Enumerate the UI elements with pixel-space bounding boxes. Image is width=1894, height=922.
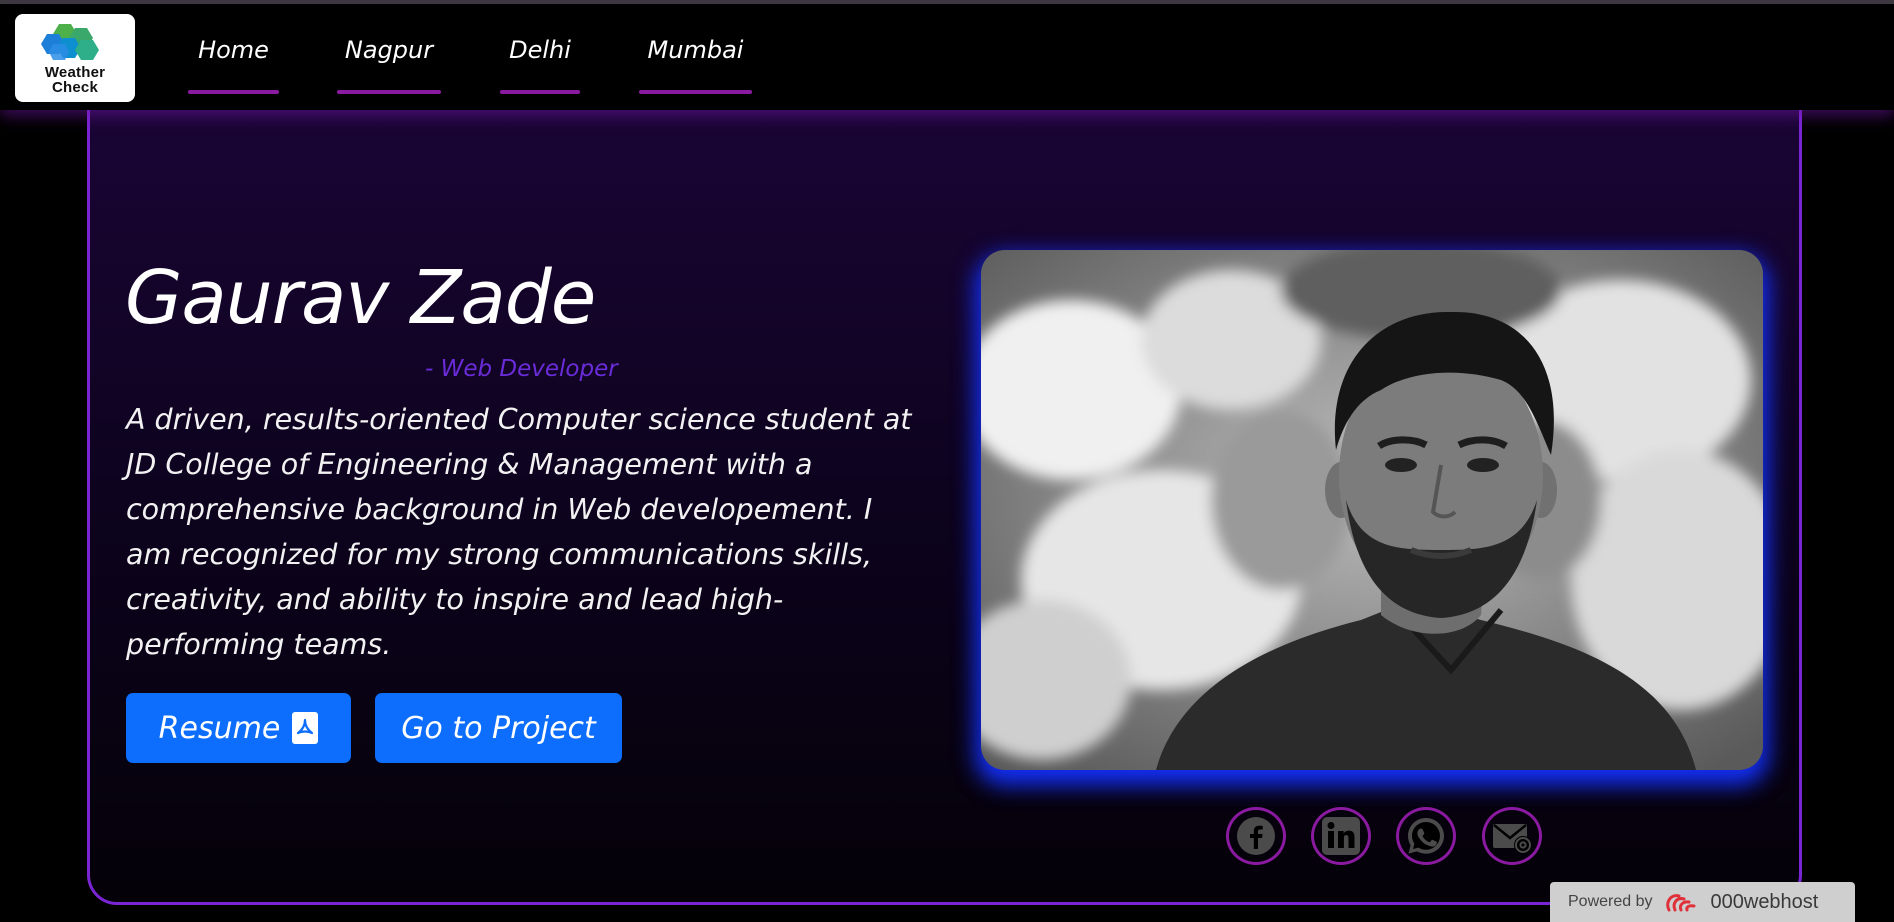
facebook-icon <box>1237 817 1275 855</box>
nav-nagpur-label: Nagpur <box>344 36 434 64</box>
nav-underline <box>337 90 441 94</box>
go-to-project-label: Go to Project <box>401 710 596 746</box>
profile-bio: A driven, results-oriented Computer scie… <box>126 403 912 661</box>
logo-text-line2: Check <box>51 79 99 96</box>
linkedin-button[interactable] <box>1311 807 1371 865</box>
email-icon <box>1493 824 1532 854</box>
nav-mumbai-label: Mumbai <box>647 36 744 64</box>
email-button[interactable] <box>1482 807 1542 865</box>
host-name-text: 000webhost <box>1710 890 1819 913</box>
hexagon-logo-icon <box>41 24 99 60</box>
pdf-icon <box>292 712 319 744</box>
whatsapp-icon <box>1408 818 1444 854</box>
facebook-button[interactable] <box>1226 807 1286 865</box>
navbar: Weather Check Home Nagpur Delhi Mumbai <box>0 4 1894 110</box>
nav-delhi-label: Delhi <box>509 36 571 64</box>
resume-button-label: Resume <box>158 710 281 746</box>
whatsapp-button[interactable] <box>1396 807 1456 865</box>
nav-underline <box>639 90 752 94</box>
nav-home[interactable]: Home <box>188 34 279 94</box>
resume-button[interactable]: Resume <box>126 693 351 763</box>
nav-home-label: Home <box>198 36 269 64</box>
nav-nagpur[interactable]: Nagpur <box>337 34 441 94</box>
go-to-project-button[interactable]: Go to Project <box>375 693 622 763</box>
nav-mumbai[interactable]: Mumbai <box>639 34 752 94</box>
host-logo-icon <box>1665 894 1695 912</box>
nav-delhi[interactable]: Delhi <box>500 34 580 94</box>
linkedin-icon <box>1322 817 1360 855</box>
hosting-badge[interactable]: Powered by 000webhost <box>1550 882 1855 922</box>
profile-role: - Web Developer <box>425 356 618 382</box>
weather-check-logo[interactable]: Weather Check <box>15 14 135 102</box>
nav-underline <box>500 90 580 94</box>
profile-name: Gaurav Zade <box>125 255 596 341</box>
nav-underline <box>188 90 279 94</box>
powered-by-text: Powered by <box>1568 893 1653 910</box>
logo-text-line1: Weather <box>44 64 106 81</box>
profile-photo <box>981 250 1763 770</box>
